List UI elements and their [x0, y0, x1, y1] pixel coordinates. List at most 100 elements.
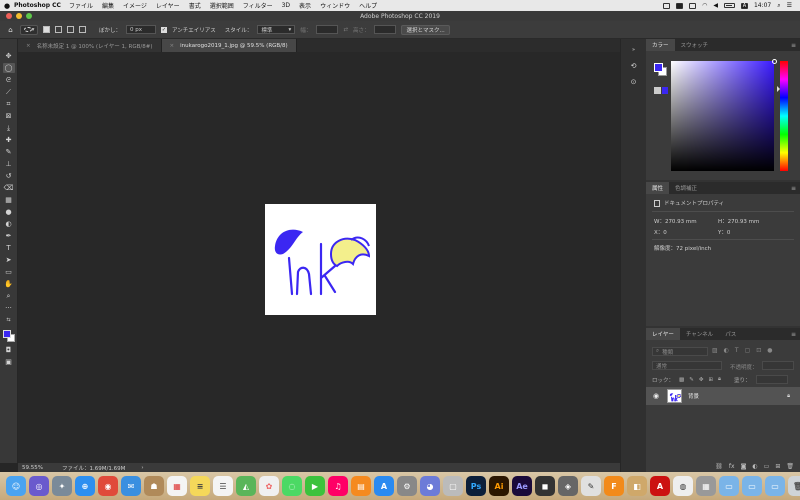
intersect-selection-button[interactable] — [79, 26, 86, 33]
siri-icon[interactable]: ◎ — [29, 476, 49, 496]
edit-toolbar-icon[interactable]: ··· — [3, 303, 15, 313]
facetime-icon[interactable]: ▶ — [305, 476, 325, 496]
after-effects-icon[interactable]: Ae — [512, 476, 532, 496]
new-layer-icon[interactable]: ⊞ — [775, 463, 780, 470]
antialias-checkbox[interactable]: ✓ — [161, 26, 168, 33]
panel-menu-icon[interactable]: ≡ — [791, 42, 800, 49]
color-picker-field[interactable] — [671, 59, 777, 171]
close-tab-icon[interactable]: × — [26, 43, 31, 49]
app-icon[interactable]: ✎ — [581, 476, 601, 496]
display-icon[interactable] — [676, 2, 684, 9]
panel-menu-icon[interactable]: ≡ — [791, 331, 800, 338]
tab-color[interactable]: カラー — [646, 39, 675, 51]
hue-slider[interactable] — [777, 61, 788, 171]
menu-edit[interactable]: 編集 — [102, 1, 114, 10]
swap-icon[interactable]: ⇄ — [343, 27, 348, 33]
lasso-tool-icon[interactable]: ᘓ — [3, 75, 15, 85]
add-selection-button[interactable] — [55, 26, 62, 33]
menu-filter[interactable]: フィルター — [243, 1, 273, 10]
close-tab-icon[interactable]: × — [170, 43, 175, 49]
tab-swatches[interactable]: スウォッチ — [675, 39, 715, 51]
width-input[interactable] — [316, 25, 339, 34]
select-and-mask-button[interactable]: 選択とマスク... — [401, 24, 450, 35]
folder-icon[interactable]: ▭ — [719, 476, 739, 496]
tab-untitled[interactable]: × 名称未設定 1 @ 100% (レイヤー 1, RGB/8#) — [18, 39, 162, 52]
quick-selection-tool-icon[interactable]: ⟋ — [3, 87, 15, 97]
new-group-icon[interactable]: ▭ — [764, 463, 770, 470]
pen-tool-icon[interactable]: ✒ — [3, 231, 15, 241]
folder-icon[interactable]: ▭ — [742, 476, 762, 496]
menu-3d[interactable]: 3D — [282, 2, 290, 9]
maps-icon[interactable]: ◭ — [236, 476, 256, 496]
app-icon[interactable]: ◧ — [627, 476, 647, 496]
height-input[interactable] — [374, 25, 397, 34]
lock-artboard-icon[interactable]: ⊞ — [708, 377, 713, 383]
move-tool-icon[interactable]: ✥ — [3, 51, 15, 61]
menu-layer[interactable]: レイヤー — [156, 1, 180, 10]
file-icon[interactable]: ▢ — [443, 476, 463, 496]
healing-brush-tool-icon[interactable]: ✚ — [3, 135, 15, 145]
eraser-tool-icon[interactable]: ⌫ — [3, 183, 15, 193]
photos-icon[interactable]: ✿ — [259, 476, 279, 496]
filter-toggle-icon[interactable]: ● — [767, 347, 772, 354]
messages-icon[interactable]: ◌ — [282, 476, 302, 496]
menu-type[interactable]: 書式 — [189, 1, 201, 10]
document-canvas[interactable] — [265, 204, 376, 315]
cast-icon[interactable] — [689, 2, 697, 9]
x-value[interactable]: X：0 — [654, 228, 667, 236]
panel-fg-bg-swatches[interactable] — [654, 63, 668, 77]
panel-foreground-swatch[interactable] — [654, 63, 663, 72]
app-icon[interactable]: ◈ — [558, 476, 578, 496]
app-icon[interactable]: ◍ — [673, 476, 693, 496]
canvas-area[interactable] — [18, 52, 620, 463]
link-layers-icon[interactable]: ⛓ — [715, 463, 723, 470]
filter-shape-icon[interactable]: ▢ — [745, 347, 751, 354]
blur-tool-icon[interactable]: ● — [3, 207, 15, 217]
lock-pixels-icon[interactable]: ▩ — [679, 377, 684, 383]
lock-paint-icon[interactable]: ✎ — [689, 377, 694, 383]
hue-slider-handle[interactable] — [777, 86, 780, 92]
app-menu[interactable]: Photoshop CC — [14, 2, 61, 9]
tool-preset-picker[interactable]: ▾ — [20, 24, 38, 35]
tab-inukarogo[interactable]: × inukarogo2019_1.jpg @ 59.5% (RGB/8) — [161, 39, 297, 52]
input-source-icon[interactable]: A — [740, 2, 748, 9]
eyedropper-tool-icon[interactable]: ⤓ — [3, 123, 15, 133]
default-colors-icon[interactable]: ⇆ — [3, 315, 15, 325]
delete-layer-icon[interactable]: 🗑︎ — [786, 463, 794, 470]
clone-stamp-tool-icon[interactable]: ⊥ — [3, 159, 15, 169]
filter-smart-icon[interactable]: ⊡ — [756, 347, 761, 354]
app-icon[interactable]: ◼ — [535, 476, 555, 496]
hand-tool-icon[interactable]: ✋ — [3, 279, 15, 289]
visibility-eye-icon[interactable]: ◉ — [653, 392, 661, 400]
home-icon[interactable]: ⌂ — [6, 25, 15, 34]
illustrator-icon[interactable]: Ai — [489, 476, 509, 496]
layer-row-background[interactable]: ◉ 背景 🔒︎ — [646, 387, 800, 405]
extras-icon[interactable] — [663, 2, 671, 9]
menu-select[interactable]: 選択範囲 — [210, 1, 234, 10]
lock-move-icon[interactable]: ✥ — [699, 377, 704, 383]
opacity-input[interactable] — [762, 361, 794, 370]
status-arrow-icon[interactable]: › — [141, 465, 143, 471]
blend-mode-select[interactable]: 通常 — [652, 361, 722, 370]
wifi-icon[interactable]: ◠ — [702, 2, 707, 9]
discord-icon[interactable]: ◕ — [420, 476, 440, 496]
spotlight-icon[interactable]: ⌕ — [777, 2, 780, 10]
apple-menu-icon[interactable]: ● — [0, 2, 14, 10]
gamut-color-chip[interactable] — [662, 87, 668, 94]
acrobat-icon[interactable]: A — [650, 476, 670, 496]
menu-image[interactable]: イメージ — [123, 1, 147, 10]
zoom-tool-icon[interactable]: ⌕ — [3, 291, 15, 301]
screen-mode-icon[interactable]: ▣ — [3, 357, 15, 367]
crop-tool-icon[interactable]: ⌗ — [3, 99, 15, 109]
layer-lock-icon[interactable]: 🔒︎ — [787, 393, 790, 400]
picker-cursor[interactable] — [772, 59, 777, 64]
quick-mask-icon[interactable]: ◘ — [3, 345, 15, 355]
calendar-icon[interactable]: ▦ — [167, 476, 187, 496]
new-selection-button[interactable] — [43, 26, 50, 33]
lock-all-icon[interactable]: 🔒︎ — [718, 376, 721, 383]
reminders-icon[interactable]: ☰ — [213, 476, 233, 496]
color-swatches[interactable] — [2, 329, 16, 343]
width-value[interactable]: W：270.93 mm — [654, 217, 697, 225]
learn-panel-icon[interactable]: ⊙ — [629, 77, 639, 87]
clock[interactable]: 14:07 — [754, 2, 771, 9]
